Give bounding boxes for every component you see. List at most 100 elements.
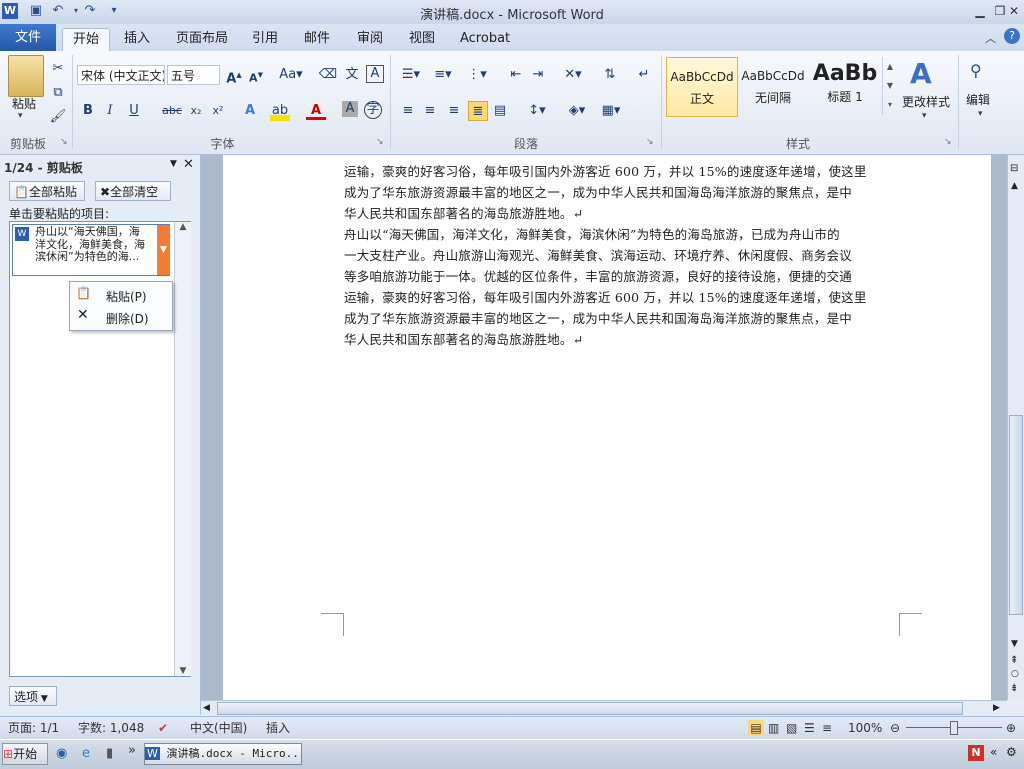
tray-expand-icon[interactable]: « (990, 745, 997, 759)
scroll-down-icon[interactable]: ▼ (1011, 639, 1018, 649)
full-screen-reading-icon[interactable]: ▥ (768, 720, 779, 736)
next-page-icon[interactable]: ⇟ (1010, 683, 1018, 694)
edit-button[interactable]: 编辑 (966, 91, 990, 108)
borders-icon[interactable]: ▦▾ (598, 101, 624, 121)
styles-scroll[interactable]: ▲ ▼ ▾ (882, 57, 897, 115)
strikethrough-icon[interactable]: abc (160, 101, 184, 121)
taskbar-word-window[interactable]: W 演讲稿.docx - Micro... (144, 743, 302, 765)
edit-dropdown-icon[interactable]: ▾ (978, 109, 983, 119)
change-styles-dropdown-icon[interactable]: ▾ (922, 111, 927, 121)
paste-button[interactable]: 粘贴 (12, 95, 36, 112)
paste-dropdown-icon[interactable]: ▾ (18, 111, 23, 121)
zoom-level[interactable]: 100% (848, 720, 882, 736)
tab-view[interactable]: 视图 (409, 28, 435, 50)
justify-icon[interactable]: ≣ (468, 101, 488, 121)
pane-close-icon[interactable]: ✕ (183, 157, 194, 172)
style-no-spacing[interactable]: AaBbCcDd 无间隔 (738, 57, 808, 115)
binoculars-icon[interactable]: ⚲ (970, 61, 982, 80)
align-right-icon[interactable]: ≡ (444, 101, 464, 121)
menu-item-paste[interactable]: 📋 粘贴(P) (74, 285, 168, 305)
explorer-icon[interactable]: ▮ (106, 746, 113, 761)
zoom-slider-thumb[interactable] (950, 721, 958, 735)
browse-object-icon[interactable]: ○ (1011, 669, 1019, 679)
tray-app-icon[interactable]: N (968, 745, 984, 761)
more-quicklaunch-icon[interactable]: » (128, 743, 136, 758)
zoom-in-icon[interactable]: ⊕ (1006, 720, 1016, 736)
styles-launcher-icon[interactable]: ↘ (944, 137, 952, 147)
font-name-combo[interactable]: 宋体 (中文正文) (77, 65, 165, 85)
distributed-icon[interactable]: ▤ (490, 101, 510, 121)
scroll-left-icon[interactable]: ◀ (203, 703, 210, 713)
menu-item-delete[interactable]: ✕ 删除(D) (74, 307, 168, 327)
scroll-up-icon[interactable]: ▲ (1011, 181, 1018, 191)
style-heading-1[interactable]: AaBb 标题 1 (810, 57, 880, 115)
line-spacing-icon[interactable]: ↕▾ (524, 101, 550, 121)
previous-page-icon[interactable]: ⇞ (1010, 655, 1018, 666)
text-effects-icon[interactable]: A (240, 101, 260, 121)
underline-icon[interactable]: U (124, 101, 144, 121)
font-color-icon[interactable]: A (306, 101, 326, 120)
font-launcher-icon[interactable]: ↘ (376, 137, 384, 147)
tab-acrobat[interactable]: Acrobat (460, 28, 510, 50)
show-marks-icon[interactable]: ↵ (634, 65, 654, 85)
multilevel-list-icon[interactable]: ⋮▾ (464, 65, 490, 85)
horizontal-scrollbar[interactable]: ◀ ▶ (201, 700, 1007, 717)
tab-insert[interactable]: 插入 (124, 28, 150, 50)
bullets-icon[interactable]: ☰▾ (398, 65, 424, 85)
font-size-combo[interactable]: 五号 (167, 65, 220, 85)
copy-icon[interactable]: ⧉ (48, 83, 68, 103)
browser-icon[interactable]: e (82, 746, 90, 761)
scroll-thumb[interactable] (1009, 415, 1023, 615)
italic-icon[interactable]: I (100, 101, 120, 121)
close-button[interactable]: ✕ (1004, 2, 1024, 20)
change-case-icon[interactable]: Aa▾ (278, 65, 304, 85)
draft-icon[interactable]: ≡ (822, 720, 832, 736)
print-layout-icon[interactable]: ▤ (748, 720, 764, 736)
vertical-scrollbar[interactable]: ⊟ ▲ ▼ ⇞ ○ ⇟ (1007, 155, 1024, 700)
paste-clipboard-icon[interactable] (8, 55, 44, 97)
change-styles-button[interactable]: 更改样式 (902, 93, 950, 110)
item-dropdown-icon[interactable]: ▼ (157, 225, 170, 275)
style-normal[interactable]: AaBbCcDd 正文 (666, 57, 738, 117)
document-page[interactable]: 运输，豪爽的好客习俗，每年吸引国内外游客近 600 万，并以 15%的速度逐年递… (223, 155, 991, 700)
change-styles-icon[interactable]: A (910, 57, 932, 90)
phonetic-guide-icon[interactable]: 文 (342, 65, 362, 85)
increase-indent-icon[interactable]: ⇥ (528, 65, 548, 85)
outline-icon[interactable]: ☰ (804, 720, 815, 736)
insert-mode-indicator[interactable]: 插入 (266, 720, 290, 736)
shrink-font-icon[interactable]: A▼ (246, 65, 266, 85)
clipboard-item[interactable]: W 舟山以“海天佛国，海 洋文化，海鲜美食，海 滨休闲”为特色的海... ▼ (12, 224, 170, 276)
tray-volume-icon[interactable]: ⚙ (1006, 745, 1017, 759)
quick-launch-icon[interactable]: ◉ (56, 746, 67, 761)
chinese-layout-icon[interactable]: ✕▾ (560, 65, 586, 85)
minimize-ribbon-icon[interactable]: ︿ (985, 30, 996, 46)
tab-mailings[interactable]: 邮件 (304, 28, 330, 50)
tab-references[interactable]: 引用 (252, 28, 278, 50)
tab-page-layout[interactable]: 页面布局 (176, 28, 228, 50)
language-indicator[interactable]: 中文(中国) (190, 720, 247, 736)
options-button[interactable]: 选项 ▼ (9, 686, 57, 706)
clear-all-button[interactable]: ✖全部清空 (95, 181, 171, 201)
scroll-up-icon[interactable]: ▲ (175, 222, 191, 232)
paste-all-button[interactable]: 📋全部粘贴 (9, 181, 85, 201)
clear-formatting-icon[interactable]: ⌫ (318, 65, 338, 85)
superscript-icon[interactable]: x² (208, 101, 228, 121)
numbering-icon[interactable]: ≡▾ (430, 65, 456, 85)
bold-icon[interactable]: B (78, 101, 98, 121)
cut-icon[interactable]: ✂ (48, 59, 68, 79)
pane-options-dropdown-icon[interactable]: ▼ (170, 159, 177, 169)
ruler-toggle-icon[interactable]: ⊟ (1010, 163, 1018, 174)
scroll-right-icon[interactable]: ▶ (993, 703, 1000, 713)
minimize-button[interactable]: ▁ (970, 2, 990, 20)
zoom-out-icon[interactable]: ⊖ (890, 720, 900, 736)
start-button[interactable]: ⊞开始 (2, 743, 48, 765)
tab-review[interactable]: 审阅 (357, 28, 383, 50)
clipboard-launcher-icon[interactable]: ↘ (60, 137, 68, 147)
pane-scrollbar[interactable]: ▲ ▼ (174, 222, 191, 676)
h-scroll-thumb[interactable] (217, 702, 963, 715)
character-border-icon[interactable]: A (366, 65, 384, 83)
sort-icon[interactable]: ⇅ (600, 65, 620, 85)
web-layout-icon[interactable]: ▧ (786, 720, 797, 736)
align-left-icon[interactable]: ≡ (398, 101, 418, 121)
tab-home[interactable]: 开始 (62, 28, 110, 51)
